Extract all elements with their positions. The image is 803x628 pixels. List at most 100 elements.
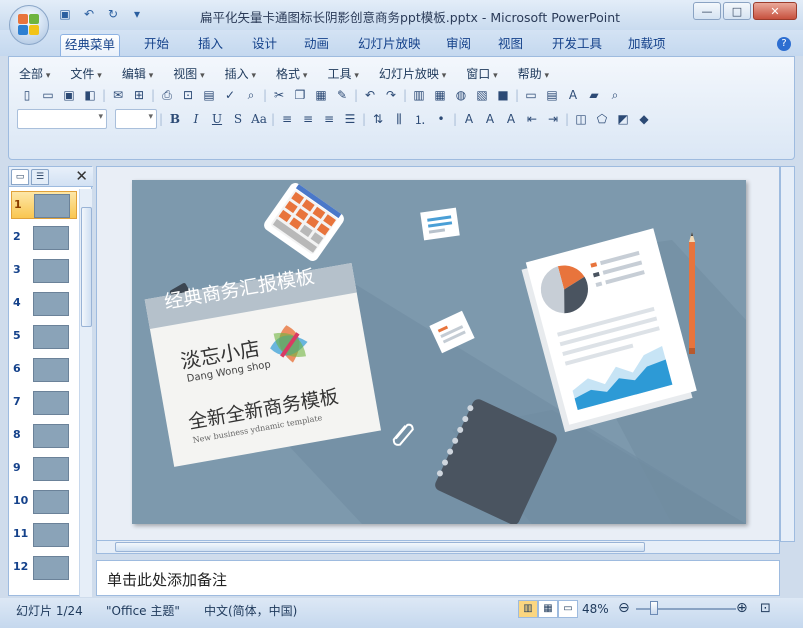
arrange-icon[interactable]: ◫ [571,109,591,129]
slide-thumbnail[interactable]: 8 [11,422,77,450]
menu-format[interactable]: 格式 [276,65,307,82]
spelling-icon[interactable]: ✓ [220,85,240,105]
slide-thumbnail[interactable]: 11 [11,521,77,549]
slide-thumbnail[interactable]: 5 [11,323,77,351]
slide-thumbnail[interactable]: 1 [11,191,77,219]
chart-icon[interactable]: ▥ [409,85,429,105]
print-preview-icon[interactable]: ⊡ [178,85,198,105]
underline-icon[interactable]: U [207,109,227,129]
justify-icon[interactable]: ☰ [340,109,360,129]
color-icon[interactable]: ■ [493,85,513,105]
print-icon[interactable]: ⎙ [157,85,177,105]
shape-style-icon[interactable]: ◩ [613,109,633,129]
redo-icon[interactable]: ↻ [104,6,122,22]
slide-thumbnail[interactable]: 9 [11,455,77,483]
tab-classic-menu[interactable]: 经典菜单 [60,34,121,56]
tab-slides-view[interactable]: ▭ [11,169,29,185]
align-center-icon[interactable]: ≡ [298,109,318,129]
menu-insert[interactable]: 插入 [225,65,256,82]
slide-thumbnail[interactable]: 10 [11,488,77,516]
font-color-icon[interactable]: A [459,109,479,129]
change-case-icon[interactable]: Aa [249,109,269,129]
menu-view[interactable]: 视图 [173,65,204,82]
paste-icon[interactable]: ▦ [311,85,331,105]
new-slide-icon[interactable]: ▭ [521,85,541,105]
menu-edit[interactable]: 编辑 [122,65,153,82]
close-button[interactable]: ✕ [753,2,797,20]
menu-window[interactable]: 窗口 [466,65,497,82]
decrease-indent-icon[interactable]: ⇤ [522,109,542,129]
slide-thumbnail[interactable]: 7 [11,389,77,417]
normal-view-icon[interactable]: ▥ [518,600,538,618]
save-icon[interactable]: ▣ [56,6,74,22]
office-button[interactable] [9,5,49,45]
globe-icon[interactable]: ◍ [451,85,471,105]
scroll-thumb[interactable] [81,207,92,327]
zoom-level[interactable]: 48% [582,602,609,616]
notes-pane[interactable]: 单击此处添加备注 [96,560,780,596]
fit-to-window-icon[interactable]: ⊡ [760,601,771,616]
zoom-in-icon[interactable]: ⊕ [736,600,748,616]
menu-help[interactable]: 帮助 [518,65,549,82]
numbering-icon[interactable]: ⒈ [410,109,430,129]
menu-all[interactable]: 全部 [19,65,50,82]
cut-icon[interactable]: ✂ [269,85,289,105]
tab-design[interactable]: 设计 [248,34,281,56]
language-indicator[interactable]: 中文(简体，中国) [204,602,297,619]
textbox-icon[interactable]: A [563,85,583,105]
vertical-scrollbar[interactable] [780,166,795,542]
research-icon[interactable]: ⌕ [241,85,261,105]
save-icon[interactable]: ▣ [59,85,79,105]
open-icon[interactable]: ▭ [38,85,58,105]
zoom-slider-handle[interactable] [650,601,658,615]
maximize-button[interactable]: □ [723,2,751,20]
shapes-icon[interactable]: ⬠ [592,109,612,129]
undo-icon[interactable]: ↶ [80,6,98,22]
customize-qat-icon[interactable]: ▾ [128,6,146,22]
tab-review[interactable]: 审阅 [442,34,475,56]
slide-thumbnail[interactable]: 2 [11,224,77,252]
slide-thumbnail[interactable]: 3 [11,257,77,285]
tab-outline-view[interactable]: ☰ [31,169,49,185]
close-pane-icon[interactable]: ✕ [75,167,88,185]
italic-icon[interactable]: I [186,109,206,129]
bullets-icon[interactable]: • [431,109,451,129]
picture-icon[interactable]: ▧ [472,85,492,105]
page-setup-icon[interactable]: ▤ [199,85,219,105]
folder-icon[interactable]: ▰ [584,85,604,105]
current-slide[interactable]: 经典商务汇报模板 淡忘小店 Dang Wong shop 全新全新商务模板 Ne… [132,180,746,524]
new-icon[interactable]: ▯ [17,85,37,105]
layout-icon[interactable]: ▤ [542,85,562,105]
align-left-icon[interactable]: ≡ [277,109,297,129]
find-icon[interactable]: ⌕ [605,85,625,105]
minimize-button[interactable]: — [693,2,721,20]
slides-pane-scrollbar[interactable] [79,189,92,597]
help-icon[interactable]: ? [777,37,791,51]
tab-developer[interactable]: 开发工具 [548,34,606,56]
shadow-icon[interactable]: S [228,109,248,129]
font-name-dropdown[interactable] [17,109,107,129]
tab-insert[interactable]: 插入 [194,34,227,56]
increase-indent-icon[interactable]: ⇥ [543,109,563,129]
scroll-thumb[interactable] [115,542,645,552]
tab-animation[interactable]: 动画 [300,34,333,56]
shrink-font-icon[interactable]: A [501,109,521,129]
align-right-icon[interactable]: ≡ [319,109,339,129]
tab-home[interactable]: 开始 [140,34,173,56]
slide-sorter-icon[interactable]: ▦ [538,600,558,618]
columns-icon[interactable]: ⫼ [389,109,409,129]
slide-thumbnail[interactable]: 6 [11,356,77,384]
redo-icon[interactable]: ↷ [381,85,401,105]
font-size-dropdown[interactable] [115,109,157,129]
menu-tools[interactable]: 工具 [327,65,358,82]
publish-icon[interactable]: ⊞ [129,85,149,105]
undo-icon[interactable]: ↶ [360,85,380,105]
permission-icon[interactable]: ◧ [80,85,100,105]
grow-font-icon[interactable]: A [480,109,500,129]
tab-addins[interactable]: 加载项 [624,34,670,56]
tab-view[interactable]: 视图 [494,34,527,56]
slideshow-view-icon[interactable]: ▭ [558,600,578,618]
slide-thumbnail[interactable]: 12 [11,554,77,582]
theme-name[interactable]: "Office 主题" [106,602,180,619]
text-direction-icon[interactable]: ⇅ [368,109,388,129]
